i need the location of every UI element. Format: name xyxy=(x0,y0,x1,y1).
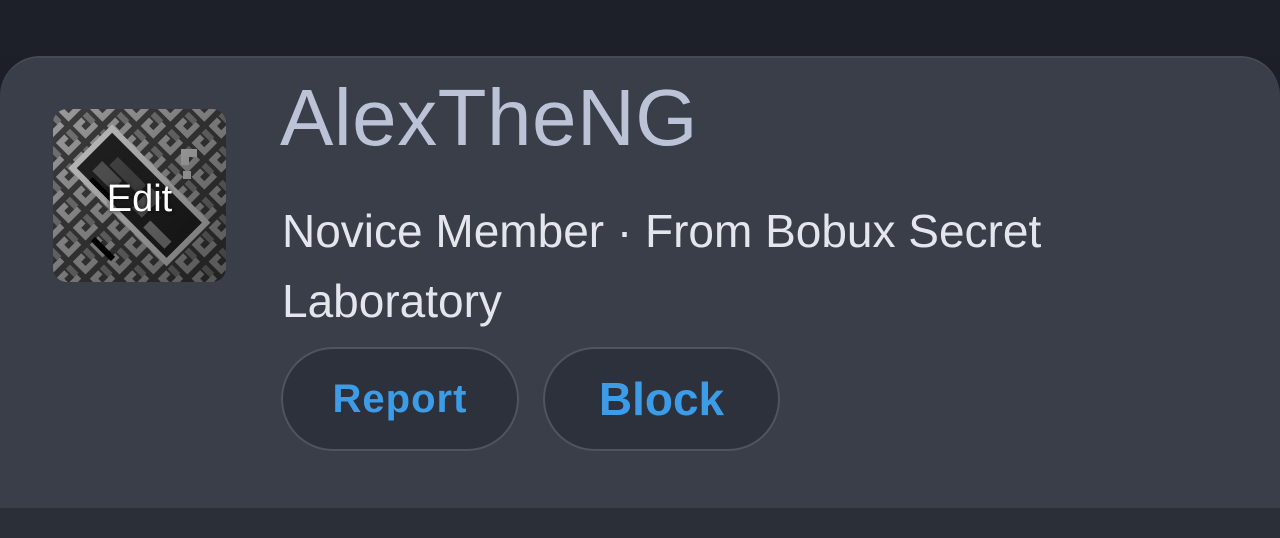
subtitle-separator: · xyxy=(616,205,633,257)
bottom-bar xyxy=(0,508,1280,538)
avatar-edit-label: Edit xyxy=(106,178,173,220)
username: AlexTheNG xyxy=(280,73,698,162)
avatar-edit-button[interactable]: Edit xyxy=(53,109,226,282)
profile-subtitle: Novice Member · From Bobux Secret Labora… xyxy=(282,196,1162,336)
block-button[interactable]: Block xyxy=(543,347,780,451)
member-rank: Novice Member xyxy=(282,205,605,257)
report-button[interactable]: Report xyxy=(281,347,519,451)
top-bar xyxy=(0,0,1280,56)
